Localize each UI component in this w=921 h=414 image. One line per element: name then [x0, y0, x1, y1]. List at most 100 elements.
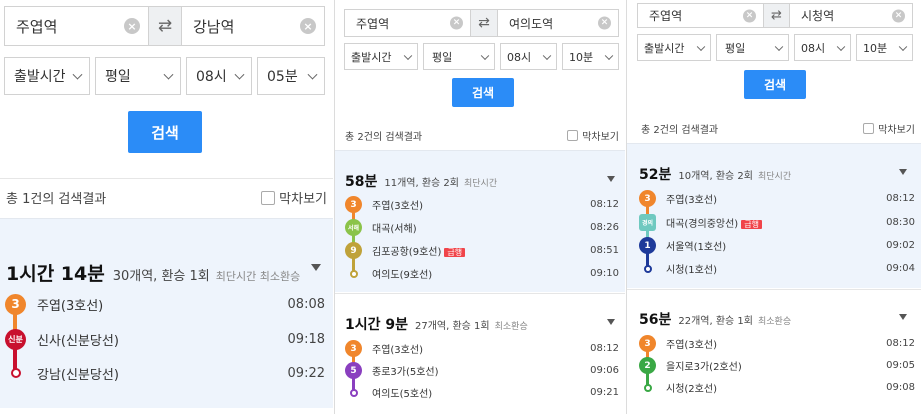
from-field[interactable]: 주엽역 × — [637, 3, 764, 28]
panel-right: 주엽역 × ⇄ 시청역 × 출발시간 평일 08시 10분 검색 총 2건의 검… — [627, 0, 921, 414]
panel-middle: 주엽역 × ⇄ 여의도역 × 출발시간 평일 08시 10분 검색 총 2건의 … — [335, 0, 625, 414]
clear-icon[interactable]: × — [300, 18, 316, 34]
departure-type-select[interactable]: 출발시간 — [344, 43, 418, 70]
last-train-toggle[interactable]: 막차보기 — [567, 128, 619, 143]
triangle-down-icon[interactable] — [311, 264, 321, 271]
route-time: 1시간 14분 — [6, 263, 105, 285]
stop-row: 시청(2호선) 09:08 — [639, 379, 915, 396]
hour-select[interactable]: 08시 — [794, 34, 851, 61]
day-select[interactable]: 평일 — [716, 34, 789, 61]
result-count: 총 2건의 검색결과 — [345, 131, 423, 143]
stop-row: 3 주엽(3호선) 08:08 — [5, 293, 325, 315]
from-field[interactable]: 주엽역 × — [344, 9, 471, 37]
route-card[interactable]: 56분 22개역, 환승 1회 최소환승 3 주엽(3호선) 08:12 2 을… — [627, 289, 921, 414]
route-tags: 최소환승 — [758, 317, 792, 327]
last-train-toggle[interactable]: 막차보기 — [261, 188, 327, 207]
route-info: 11개역, 환승 2회 — [384, 178, 459, 189]
clear-icon[interactable]: × — [598, 16, 611, 30]
swap-arrows-icon: ⇄ — [478, 15, 490, 31]
triangle-down-icon[interactable] — [899, 169, 907, 175]
result-summary: 총 2건의 검색결과 막차보기 — [627, 114, 921, 142]
day-select[interactable]: 평일 — [95, 57, 181, 95]
route-tags: 최소환승 — [494, 322, 528, 332]
end-dot-icon — [643, 383, 652, 392]
checkbox-icon[interactable] — [567, 129, 579, 141]
end-marker — [345, 388, 362, 397]
departure-type-select[interactable]: 출발시간 — [637, 34, 711, 61]
stop-name: 대곡(서해) — [372, 224, 417, 235]
minute-value: 10분 — [863, 41, 888, 55]
swap-button[interactable]: ⇄ — [148, 6, 182, 46]
to-text: 강남역 — [193, 17, 235, 36]
stop-name: 시청(1호선) — [666, 265, 717, 276]
route-card[interactable]: 1시간 14분 30개역, 환승 1회 최단시간 최소환승 3 주엽(3호선) … — [0, 218, 333, 408]
stop-row: 시청(1호선) 09:04 — [639, 260, 915, 277]
route-time: 1시간 9분 — [345, 317, 408, 333]
from-field[interactable]: 주엽역 × — [4, 6, 149, 46]
stop-name: 주엽(3호선) — [37, 298, 104, 314]
clear-icon[interactable]: × — [892, 9, 905, 22]
minute-select[interactable]: 10분 — [562, 43, 619, 70]
chevron-down-icon — [898, 42, 908, 51]
stop-name: 주엽(3호선) — [666, 340, 717, 351]
route-tags: 최단시간 최소환승 — [215, 270, 301, 283]
search-button[interactable]: 검색 — [128, 111, 202, 153]
triangle-down-icon[interactable] — [607, 319, 615, 325]
line-badge: 3 — [639, 190, 656, 207]
checkbox-icon[interactable] — [261, 190, 276, 205]
route-card[interactable]: 58분 11개역, 환승 2회 최단시간 3 주엽(3호선) 08:12 서해 … — [335, 150, 625, 292]
hour-value: 08시 — [196, 69, 227, 85]
stop-row: 강남(신분당선) 09:22 — [5, 362, 325, 384]
swap-arrows-icon: ⇄ — [157, 16, 173, 36]
search-button[interactable]: 검색 — [744, 70, 806, 99]
stop-time: 09:22 — [287, 365, 325, 381]
chevron-down-icon — [774, 42, 784, 51]
stop-row: 3 주엽(3호선) 08:12 — [639, 190, 915, 207]
hour-select[interactable]: 08시 — [500, 43, 557, 70]
stop-name: 서울역(1호선) — [666, 242, 727, 253]
chevron-down-icon — [480, 51, 490, 60]
route-card[interactable]: 52분 10개역, 환승 2회 최단시간 3 주엽(3호선) 08:12 경의 … — [627, 143, 921, 288]
clear-icon[interactable]: × — [450, 16, 463, 30]
day-select[interactable]: 평일 — [423, 43, 495, 70]
chevron-down-icon — [696, 42, 706, 51]
from-text: 주엽역 — [649, 9, 683, 23]
triangle-down-icon[interactable] — [607, 176, 615, 182]
search-button[interactable]: 검색 — [452, 78, 514, 107]
to-field[interactable]: 여의도역 × — [497, 9, 619, 37]
clear-icon[interactable]: × — [743, 9, 756, 22]
chevron-down-icon — [542, 51, 552, 60]
stop-name: 강남(신분당선) — [37, 367, 119, 383]
swap-button[interactable]: ⇄ — [763, 3, 790, 28]
departure-type-select[interactable]: 출발시간 — [4, 57, 90, 95]
to-field[interactable]: 강남역 × — [181, 6, 325, 46]
chevron-down-icon — [234, 69, 245, 80]
swap-button[interactable]: ⇄ — [470, 9, 498, 37]
stop-time: 09:02 — [886, 240, 915, 251]
end-dot-icon — [10, 368, 21, 378]
stop-name: 여의도(9호선) — [372, 270, 433, 281]
departure-type-value: 출발시간 — [644, 41, 685, 55]
route-card[interactable]: 1시간 9분 27개역, 환승 1회 최소환승 3 주엽(3호선) 08:12 … — [335, 293, 625, 414]
stop-row: 5 종로3가(5호선) 09:06 — [345, 362, 619, 379]
triangle-down-icon[interactable] — [899, 314, 907, 320]
clear-icon[interactable]: × — [124, 18, 140, 34]
stop-row: 3 주엽(3호선) 08:12 — [639, 335, 915, 352]
to-text: 여의도역 — [509, 16, 554, 31]
stop-name: 주엽(3호선) — [372, 201, 423, 212]
route-info: 27개역, 환승 1회 — [415, 321, 490, 332]
minute-select[interactable]: 05분 — [257, 57, 325, 95]
chevron-down-icon — [836, 42, 846, 51]
hour-select[interactable]: 08시 — [186, 57, 252, 95]
last-train-toggle[interactable]: 막차보기 — [863, 121, 915, 136]
line-badge: 신분 — [5, 328, 26, 350]
last-train-label: 막차보기 — [279, 192, 327, 207]
stop-time: 09:05 — [886, 360, 915, 371]
checkbox-icon[interactable] — [863, 122, 875, 134]
stop-row: 여의도(5호선) 09:21 — [345, 384, 619, 401]
minute-select[interactable]: 10분 — [856, 34, 913, 61]
result-summary: 총 2건의 검색결과 막차보기 — [335, 121, 625, 149]
to-field[interactable]: 시청역 × — [789, 3, 913, 28]
chevron-down-icon — [163, 69, 174, 80]
stop-name-text: 김포공항(9호선) — [372, 247, 442, 258]
